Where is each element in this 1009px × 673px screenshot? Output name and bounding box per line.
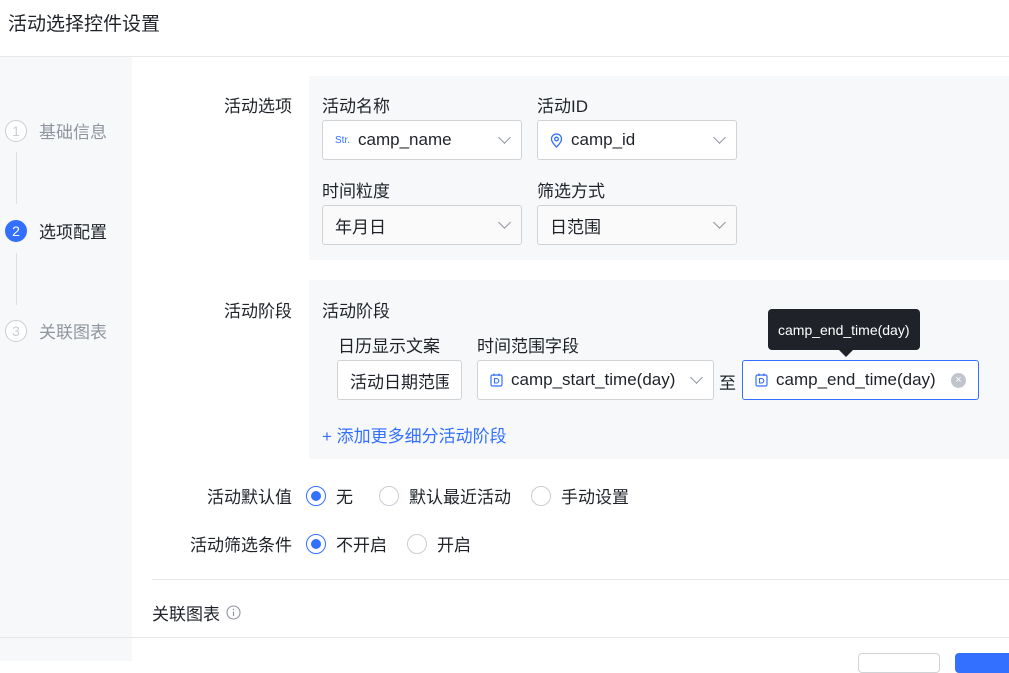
select-value: camp_id (571, 130, 636, 149)
date-field-icon (755, 373, 768, 387)
section-divider (152, 579, 1009, 580)
radio-label: 手动设置 (561, 488, 629, 507)
tooltip-arrow (839, 350, 853, 357)
select-value: camp_end_time(day) (776, 370, 936, 389)
filter-mode-label: 筛选方式 (537, 182, 605, 201)
date-field-icon (490, 373, 503, 387)
step-connector (16, 253, 17, 305)
select-value: camp_name (358, 130, 452, 149)
string-type-icon: Str. (335, 134, 351, 146)
radio-label: 不开启 (336, 536, 387, 555)
step-label: 基础信息 (39, 123, 107, 142)
select-value: 日范围 (550, 217, 601, 237)
step-option-config[interactable]: 2 选项配置 (5, 218, 107, 243)
radio-none[interactable] (306, 485, 326, 506)
time-granularity-label: 时间粒度 (322, 182, 390, 201)
time-range-label: 时间范围字段 (477, 337, 579, 356)
chevron-down-icon (498, 131, 511, 144)
footer-secondary-button[interactable] (858, 653, 940, 673)
step-basic-info[interactable]: 1 基础信息 (5, 118, 107, 143)
activity-stage-panel: 活动阶段 日历显示文案 时间范围字段 活动日期范围 camp_start_tim… (309, 280, 1009, 459)
default-value-label: 活动默认值 (207, 488, 292, 507)
stage-inner-title: 活动阶段 (322, 302, 390, 321)
location-pin-icon (550, 132, 563, 148)
activity-name-label: 活动名称 (322, 97, 390, 116)
input-value: 活动日期范围 (350, 372, 449, 392)
step-number: 3 (5, 319, 27, 342)
step-number: 2 (5, 219, 27, 242)
end-time-select[interactable]: camp_end_time(day) × (742, 360, 979, 400)
filter-condition-radio-group: 不开启 开启 (306, 531, 471, 556)
radio-disabled[interactable] (306, 533, 326, 554)
footer-primary-button[interactable] (955, 653, 1009, 673)
add-stage-link[interactable]: + 添加更多细分活动阶段 (322, 422, 507, 447)
select-value: camp_start_time(day) (511, 370, 676, 389)
radio-label: 默认最近活动 (409, 488, 511, 507)
dialog-title: 活动选择控件设置 (8, 14, 161, 35)
chevron-down-icon (690, 371, 703, 384)
step-linked-chart[interactable]: 3 关联图表 (5, 318, 107, 343)
activity-name-select[interactable]: Str. camp_name (322, 120, 522, 160)
calendar-text-label: 日历显示文案 (338, 337, 440, 356)
step-label: 选项配置 (39, 223, 107, 242)
step-number: 1 (5, 119, 27, 142)
clear-icon[interactable]: × (951, 372, 966, 388)
step-connector (16, 152, 17, 204)
activity-options-label: 活动选项 (224, 97, 292, 116)
select-value: 年月日 (335, 217, 386, 237)
radio-label: 开启 (437, 536, 471, 555)
filter-condition-label: 活动筛选条件 (190, 536, 292, 555)
radio-label: 无 (336, 488, 353, 507)
radio-latest-activity[interactable] (379, 485, 399, 506)
radio-enabled[interactable] (407, 533, 427, 554)
header-divider (0, 56, 1009, 57)
default-value-radio-group: 无 默认最近活动 手动设置 (306, 483, 629, 508)
start-time-select[interactable]: camp_start_time(day) (477, 360, 714, 400)
radio-manual[interactable] (531, 485, 551, 506)
steps-sidebar: 1 基础信息 2 选项配置 3 关联图表 (0, 57, 132, 661)
range-separator: 至 (719, 374, 736, 393)
linked-chart-label: 关联图表 (152, 605, 220, 624)
info-icon[interactable] (226, 605, 241, 620)
calendar-text-input[interactable]: 活动日期范围 (337, 360, 462, 400)
field-tooltip: camp_end_time(day) (768, 309, 920, 350)
activity-id-select[interactable]: camp_id (537, 120, 737, 160)
chevron-down-icon (713, 216, 726, 229)
chevron-down-icon (498, 216, 511, 229)
linked-chart-heading: 关联图表 (152, 600, 241, 625)
activity-options-panel: 活动名称 Str. camp_name 活动ID camp_id 时间粒度 年月… (309, 76, 1009, 260)
footer-divider (0, 637, 1009, 638)
step-label: 关联图表 (39, 323, 107, 342)
time-granularity-select[interactable]: 年月日 (322, 205, 522, 245)
chevron-down-icon (713, 131, 726, 144)
activity-stage-label: 活动阶段 (224, 302, 292, 321)
activity-id-label: 活动ID (537, 97, 588, 116)
filter-mode-select[interactable]: 日范围 (537, 205, 737, 245)
